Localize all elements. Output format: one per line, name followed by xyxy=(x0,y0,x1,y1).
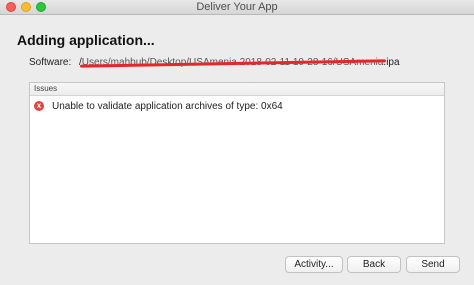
issue-text: Unable to validate application archives … xyxy=(52,100,283,112)
page-heading: Adding application... xyxy=(17,32,155,48)
redacted-path: Users/mahbub/Desktop/USAmenia 2018-02-11… xyxy=(81,57,384,68)
issues-panel: Issues x Unable to validate application … xyxy=(29,82,445,244)
issue-row[interactable]: x Unable to validate application archive… xyxy=(34,100,283,112)
issues-header: Issues xyxy=(30,83,444,96)
send-button[interactable]: Send xyxy=(406,256,460,273)
error-icon: x xyxy=(34,101,44,111)
window-title: Deliver Your App xyxy=(196,1,278,13)
software-path: /Users/mahbub/Desktop/USAmenia 2018-02-1… xyxy=(79,57,400,68)
title-bar: Deliver Your App xyxy=(0,0,474,15)
path-suffix: .ipa xyxy=(383,57,400,68)
activity-button[interactable]: Activity... xyxy=(285,256,343,273)
back-button[interactable]: Back xyxy=(347,256,401,273)
software-label: Software: xyxy=(29,57,72,68)
